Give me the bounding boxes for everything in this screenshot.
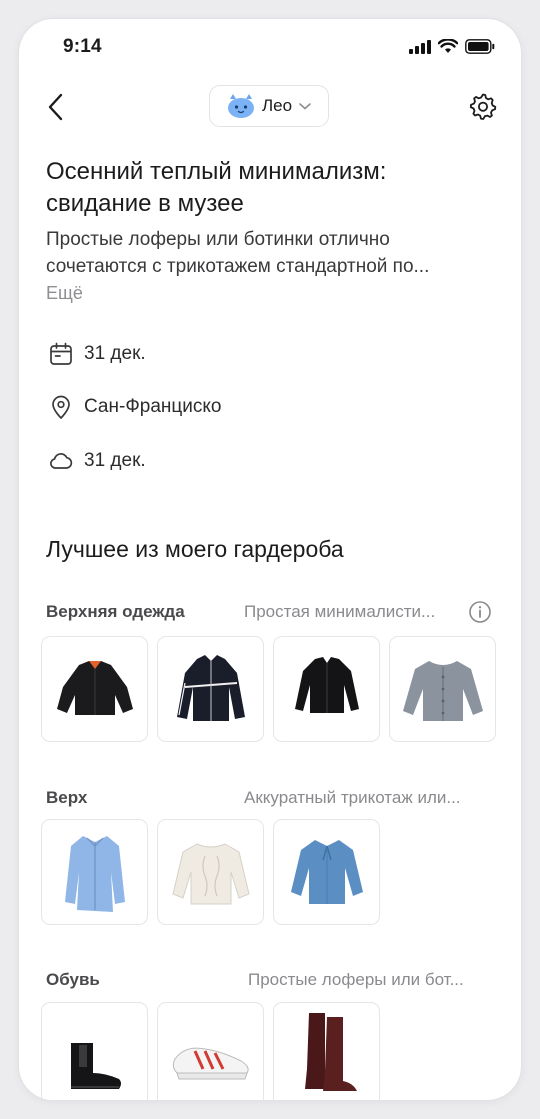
agent-name: Лео — [261, 96, 293, 115]
category-note-outerwear: Простая минималисти... — [244, 602, 436, 621]
category-note-tops: Аккуратный трикотаж или... — [244, 788, 461, 807]
track-jacket-icon — [176, 655, 245, 721]
more-link[interactable]: Ещё — [46, 283, 83, 304]
description-line-2: сочетаются с трикотажем стандартной по..… — [46, 256, 430, 277]
description-line-1: Простые лоферы или ботинки отлично — [46, 229, 390, 250]
location-row: Сан-Франциско — [48, 394, 221, 420]
signal-icon — [409, 39, 431, 54]
sweater-icon — [171, 843, 250, 905]
agent-selector[interactable]: Лео — [209, 85, 329, 127]
date-row: 31 дек. — [48, 341, 146, 367]
status-time: 9:14 — [63, 36, 102, 57]
calendar-icon — [50, 342, 72, 365]
clothing-card[interactable] — [41, 1002, 148, 1100]
clothing-card[interactable] — [157, 819, 264, 925]
battery-icon — [465, 39, 495, 54]
category-label-shoes: Обувь — [46, 970, 100, 989]
cloud-icon — [50, 453, 73, 469]
agent-avatar-icon — [227, 94, 254, 118]
status-bar: 9:14 — [19, 19, 521, 71]
weather-text: 31 дек. — [84, 450, 146, 471]
clothing-card[interactable] — [273, 636, 380, 742]
cropped-jacket-icon — [294, 657, 359, 713]
sneaker-icon — [172, 1047, 249, 1080]
top-nav: Лео — [19, 85, 521, 129]
status-icons — [409, 39, 495, 54]
gear-icon[interactable] — [469, 92, 497, 120]
weather-row: 31 дек. — [48, 448, 146, 474]
outerwear-row — [41, 636, 496, 742]
clothing-card[interactable] — [157, 636, 264, 742]
category-label-outerwear: Верхняя одежда — [46, 602, 185, 621]
cardigan-icon — [402, 661, 483, 721]
category-label-tops: Верх — [46, 788, 88, 807]
shoes-row — [41, 1002, 380, 1100]
clothing-card[interactable] — [273, 819, 380, 925]
knee-boots-icon — [304, 1013, 357, 1091]
shirt-icon — [64, 836, 125, 912]
clothing-card[interactable] — [273, 1002, 380, 1100]
outfit-description: Простые лоферы или ботинки отлично сочет… — [46, 226, 496, 280]
blouse-icon — [290, 840, 363, 904]
wifi-icon — [438, 39, 458, 53]
clothing-card[interactable] — [157, 1002, 264, 1100]
wardrobe-section-title: Лучшее из моего гардероба — [46, 536, 344, 562]
clothing-card[interactable] — [389, 636, 496, 742]
tops-row — [41, 819, 380, 925]
chevron-down-icon — [299, 103, 311, 110]
phone-screen: 9:14 Лео Осенний теплый минимализм: свид… — [19, 19, 521, 1100]
location-pin-icon — [52, 395, 70, 419]
info-icon[interactable] — [468, 600, 492, 624]
category-note-shoes: Простые лоферы или бот... — [248, 970, 464, 989]
bomber-jacket-icon — [56, 661, 133, 715]
date-text: 31 дек. — [84, 343, 146, 364]
location-text: Сан-Франциско — [84, 396, 222, 417]
clothing-card[interactable] — [41, 636, 148, 742]
clothing-card[interactable] — [41, 819, 148, 925]
chelsea-boot-icon — [70, 1043, 121, 1089]
page-title: Осенний теплый минимализм: свидание в му… — [46, 158, 387, 217]
back-arrow-icon[interactable] — [41, 91, 71, 123]
